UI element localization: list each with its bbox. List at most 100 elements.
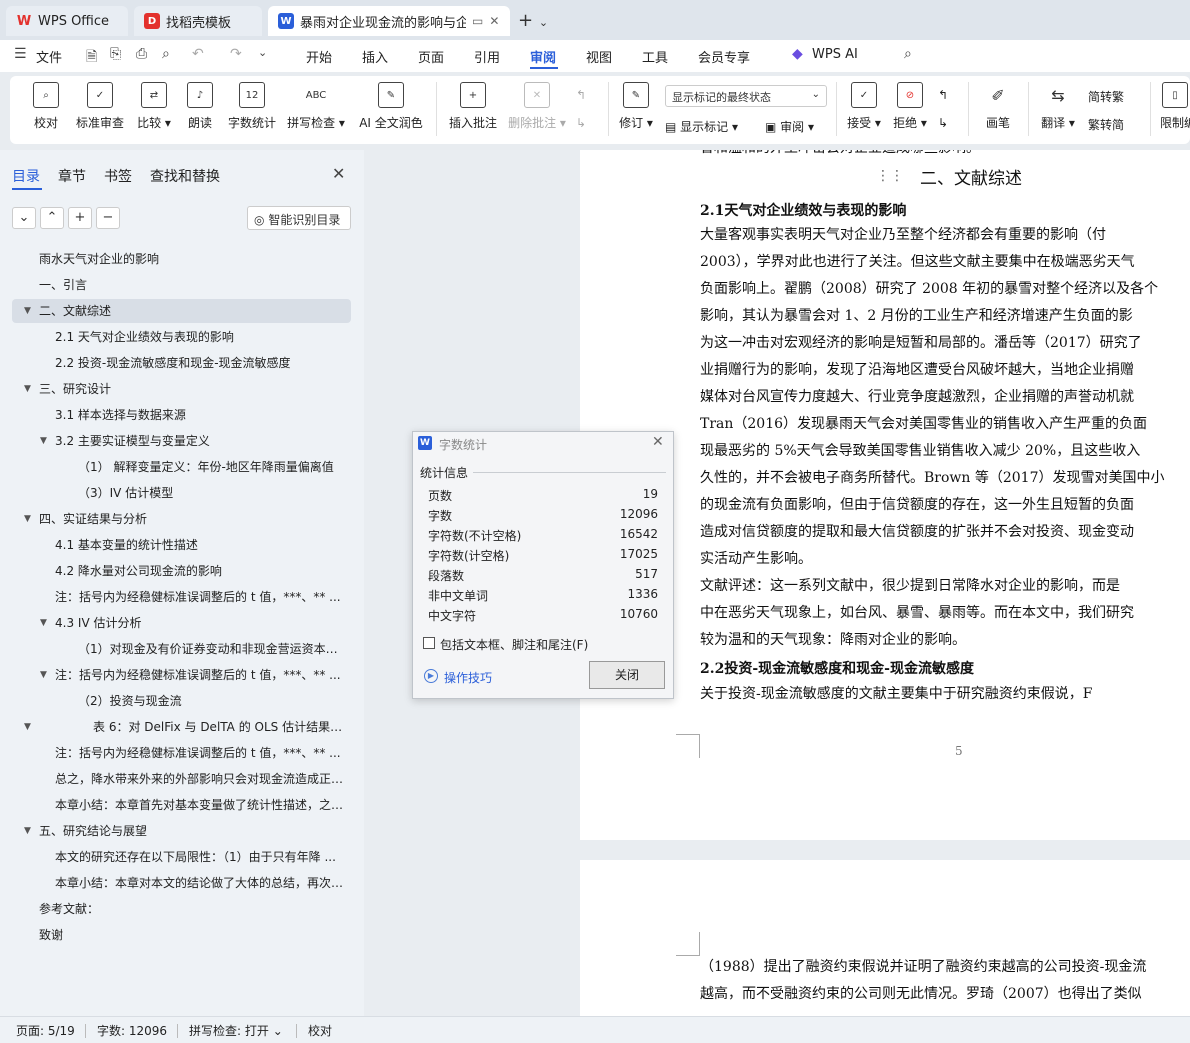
close-icon[interactable]: ✕	[489, 14, 499, 28]
toc-item[interactable]: 4.3 IV 估计分析	[55, 611, 345, 635]
toc-item[interactable]: 3.1 样本选择与数据来源	[55, 403, 345, 427]
toc-item[interactable]: 注：括号内为经稳健标准误调整后的 t 值，***、** ...	[55, 741, 345, 765]
menu-page[interactable]: 页面	[418, 47, 444, 66]
insert-comment-button[interactable]: + 插入批注	[446, 82, 500, 131]
include-textbox-checkbox[interactable]	[423, 637, 435, 649]
next-change-icon[interactable]: ↳	[938, 116, 948, 130]
print-icon[interactable]: ⎙	[136, 46, 147, 62]
nav-tab-toc[interactable]: 目录	[12, 166, 40, 186]
markup-display-select[interactable]: 显示标记的最终状态 ⌄	[665, 85, 827, 107]
track-changes-button[interactable]: ✎ 修订 ▾	[616, 82, 656, 131]
close-icon[interactable]: ✕	[652, 434, 664, 450]
chevron-down-icon[interactable]: ⌄	[539, 16, 548, 29]
reject-button[interactable]: ⊘ 拒绝 ▾	[890, 82, 930, 131]
menu-file[interactable]: 文件	[36, 47, 62, 66]
traditional-to-simplified-button[interactable]: 繁转简	[1088, 116, 1124, 133]
menu-wps-ai[interactable]: WPS AI	[812, 47, 858, 62]
smart-toc-button[interactable]: ◎ 智能识别目录	[247, 206, 351, 230]
proofread-button[interactable]: ⌕ 校对	[30, 82, 62, 131]
menu-reference[interactable]: 引用	[474, 47, 500, 66]
toc-item[interactable]: （1）对现金及有价证券变动和非现金营运资本变 ...	[78, 637, 348, 661]
simplified-to-traditional-button[interactable]: 简转繁	[1088, 88, 1124, 105]
compare-button[interactable]: ⇄ 比较 ▾	[134, 82, 174, 131]
restrict-editing-button[interactable]: ▯限制编	[1160, 82, 1190, 131]
undo-icon[interactable]: ↶	[192, 46, 204, 62]
pen-button[interactable]: ✐ 画笔	[980, 82, 1016, 131]
toc-item[interactable]: 四、实证结果与分析	[39, 507, 339, 531]
output-icon[interactable]: ⎘	[110, 46, 121, 62]
toc-item[interactable]: 3.2 主要实证模型与变量定义	[55, 429, 345, 453]
show-markup-button[interactable]: ▤ 显示标记 ▾	[665, 118, 738, 135]
standard-review-button[interactable]: ✓ 标准审查	[74, 82, 126, 131]
accept-button[interactable]: ✓ 接受 ▾	[844, 82, 884, 131]
toc-item[interactable]: 致谢	[39, 923, 339, 947]
toc-item[interactable]: 五、研究结论与展望	[39, 819, 339, 843]
word-count-indicator[interactable]: 字数: 12096	[97, 1022, 167, 1039]
caret-down-icon[interactable]: ▼	[24, 819, 31, 843]
hamburger-icon[interactable]: ☰	[14, 46, 27, 62]
toc-item[interactable]: 一、引言	[39, 273, 339, 297]
toc-item[interactable]: （2）投资与现金流	[78, 689, 348, 713]
toc-item[interactable]: 总之，降水带来外来的外部影响只会对现金流造成正 ...	[55, 767, 345, 791]
toc-item[interactable]: 本章小结：本章对本文的结论做了大体的总结，再次 ...	[55, 871, 345, 895]
drag-handle-icon[interactable]: ⋮⋮	[876, 168, 904, 184]
caret-down-icon[interactable]: ▼	[24, 715, 31, 739]
menu-tools[interactable]: 工具	[642, 47, 668, 66]
toc-item[interactable]: 雨水天气对企业的影响	[39, 247, 339, 271]
spell-check-indicator[interactable]: 拼写检查: 打开 ⌄	[189, 1022, 283, 1039]
close-button[interactable]: 关闭	[589, 661, 665, 689]
document-page[interactable]: （1988）提出了融资约束假说并证明了融资约束越高的公司投资-现金流 越高，而不…	[580, 860, 1190, 1016]
tab-document[interactable]: W 暴雨对企业现金流的影响与企业 ▭ ✕	[268, 6, 510, 36]
expand-up-button[interactable]: ⌃	[40, 207, 64, 229]
wps-ai-icon[interactable]: ◆	[792, 46, 803, 62]
proofread-indicator[interactable]: 校对	[308, 1022, 332, 1039]
toc-item[interactable]: 4.1 基本变量的统计性描述	[55, 533, 345, 557]
delete-comment-button[interactable]: ✕ 删除批注 ▾	[506, 82, 568, 131]
nav-tab-chapters[interactable]: 章节	[58, 166, 86, 186]
tab-daoke-templates[interactable]: D 找稻壳模板	[134, 6, 262, 36]
toc-item[interactable]: 三、研究设计	[39, 377, 339, 401]
spell-check-button[interactable]: ABC 拼写检查 ▾	[286, 82, 346, 131]
prev-comment-icon[interactable]: ↰	[576, 88, 586, 102]
caret-down-icon[interactable]: ▼	[40, 429, 47, 453]
menu-review[interactable]: 审阅	[530, 47, 556, 66]
new-tab-button[interactable]: + ⌄	[518, 10, 548, 31]
chevron-down-icon[interactable]: ⌄	[258, 46, 267, 59]
tips-link[interactable]: 操作技巧	[444, 669, 492, 686]
caret-down-icon[interactable]: ▼	[24, 507, 31, 531]
collapse-all-button[interactable]: ⌄	[12, 207, 36, 229]
checkbox-label[interactable]: 包括文本框、脚注和尾注(F)	[440, 636, 588, 653]
toc-item[interactable]: 2.2 投资-现金流敏感度和现金-现金流敏感度	[55, 351, 345, 375]
caret-down-icon[interactable]: ▼	[40, 663, 47, 687]
toc-item[interactable]: 本文的研究还存在以下局限性：（1）由于只有年降 ...	[55, 845, 345, 869]
menu-member[interactable]: 会员专享	[698, 47, 750, 66]
play-circle-icon[interactable]: ▶	[424, 669, 438, 683]
menu-start[interactable]: 开始	[306, 47, 332, 66]
tab-wps-office[interactable]: W WPS Office	[6, 6, 128, 36]
page-indicator[interactable]: 页面: 5/19	[16, 1022, 75, 1039]
toc-item[interactable]: 4.2 降水量对公司现金流的影响	[55, 559, 345, 583]
toc-item[interactable]: 注：括号内为经稳健标准误调整后的 t 值，***、** ...	[55, 585, 345, 609]
redo-icon[interactable]: ↷	[230, 46, 242, 62]
menu-view[interactable]: 视图	[586, 47, 612, 66]
toc-item[interactable]: 二、文献综述	[39, 299, 339, 323]
nav-tab-bookmarks[interactable]: 书签	[104, 166, 132, 186]
toc-item[interactable]: （3）IV 估计模型	[78, 481, 348, 505]
close-icon[interactable]: ✕	[332, 164, 345, 183]
toc-item[interactable]: 注：括号内为经稳健标准误调整后的 t 值，***、** ...	[55, 663, 345, 687]
menu-insert[interactable]: 插入	[362, 47, 388, 66]
next-comment-icon[interactable]: ↳	[576, 116, 586, 130]
print-preview-icon[interactable]: ⌕	[162, 46, 170, 62]
caret-down-icon[interactable]: ▼	[24, 377, 31, 401]
add-heading-button[interactable]: +	[68, 207, 92, 229]
toc-item[interactable]: 表 6：对 DelFix 与 DelTA 的 OLS 估计结果 ...	[93, 715, 343, 739]
nav-tab-find-replace[interactable]: 查找和替换	[150, 166, 220, 186]
toc-item[interactable]: 参考文献：	[39, 897, 339, 921]
monitor-icon[interactable]: ▭	[472, 14, 483, 28]
remove-heading-button[interactable]: −	[96, 207, 120, 229]
read-aloud-button[interactable]: ♪ 朗读	[184, 82, 216, 131]
prev-change-icon[interactable]: ↰	[938, 88, 948, 102]
toc-item[interactable]: （1） 解释变量定义：年份-地区年降雨量偏离值	[78, 455, 348, 479]
translate-button[interactable]: ⇆ 翻译 ▾	[1038, 82, 1078, 131]
toc-item[interactable]: 本章小结：本章首先对基本变量做了统计性描述，之 ...	[55, 793, 345, 817]
